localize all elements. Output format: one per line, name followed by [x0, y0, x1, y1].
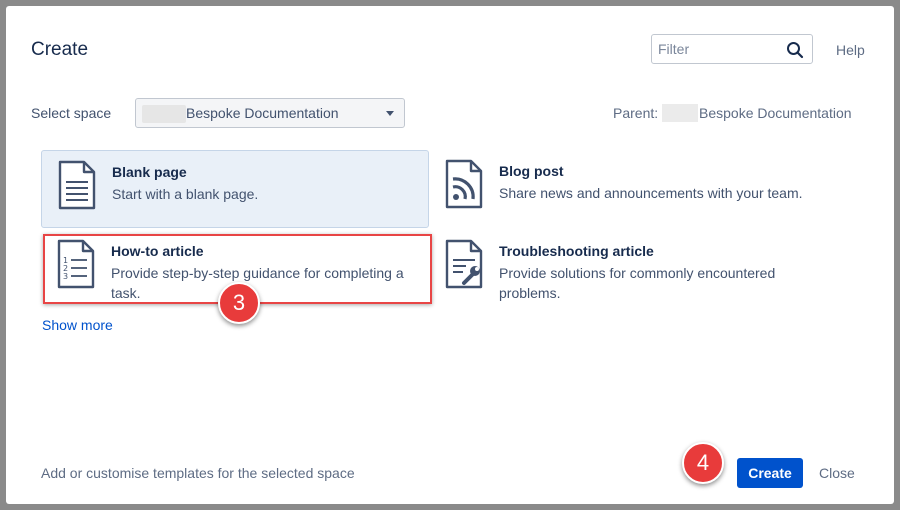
template-description: Start with a blank page. [112, 186, 259, 202]
space-avatar [142, 105, 186, 123]
template-name: Blank page [112, 164, 187, 180]
filter-field[interactable] [651, 34, 813, 64]
blog-post-icon [445, 159, 483, 209]
blank-page-icon [58, 160, 96, 210]
parent-label: Parent: [613, 105, 659, 121]
step-4-badge: 4 [682, 442, 724, 484]
space-select-value: Bespoke Documentation [186, 105, 339, 121]
step-3-badge: 3 [218, 282, 260, 324]
template-name: Blog post [499, 163, 564, 179]
filter-input[interactable] [652, 35, 782, 63]
template-troubleshooting-article[interactable]: Troubleshooting article Provide solution… [429, 230, 817, 308]
create-dialog: Create Help Select space Bespoke Documen… [6, 6, 894, 504]
troubleshooting-icon [445, 239, 483, 289]
select-space-label: Select space [31, 105, 112, 121]
parent-value[interactable]: Bespoke Documentation [699, 105, 852, 121]
close-button[interactable]: Close [819, 465, 855, 481]
template-description: Share news and announcements with your t… [499, 185, 803, 201]
customise-templates-link[interactable]: Add or customise templates for the selec… [41, 465, 355, 481]
dialog-title: Create [31, 39, 89, 60]
search-icon[interactable] [786, 41, 804, 59]
template-description: Provide solutions for commonly encounter… [499, 265, 776, 301]
create-button[interactable]: Create [737, 458, 803, 488]
template-blog-post[interactable]: Blog post Share news and announcements w… [429, 150, 817, 228]
parent-avatar [662, 104, 698, 122]
help-link[interactable]: Help [836, 42, 865, 58]
template-name: Troubleshooting article [499, 243, 654, 259]
show-more-link[interactable]: Show more [42, 317, 113, 333]
chevron-down-icon [386, 111, 394, 116]
space-select[interactable]: Bespoke Documentation [135, 98, 405, 128]
template-blank-page[interactable]: Blank page Start with a blank page. [41, 150, 429, 228]
